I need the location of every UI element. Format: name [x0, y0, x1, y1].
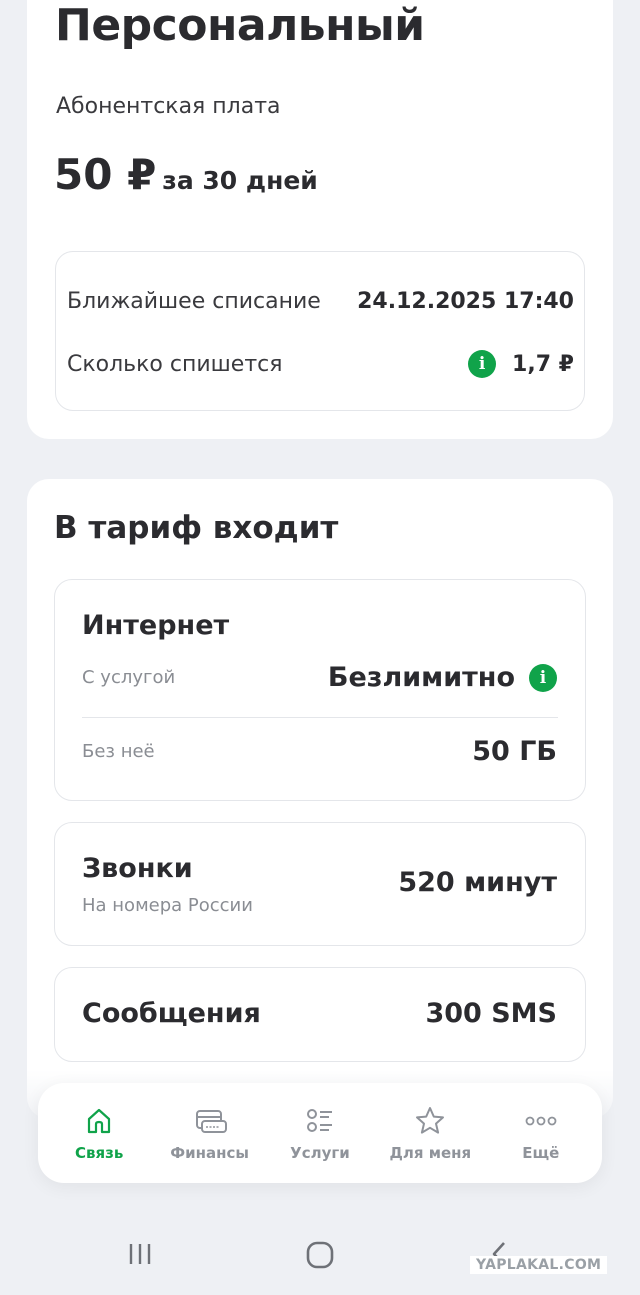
charge-amount-row: Сколько спишется i 1,7 ₽ — [67, 346, 574, 382]
home-icon — [88, 1108, 111, 1134]
sms-value: 300 SMS — [425, 998, 557, 1029]
more-icon — [525, 1116, 557, 1126]
charge-info-box: Ближайшее списание 24.12.2025 17:40 Скол… — [55, 251, 585, 411]
sms-card[interactable]: Сообщения 300 SMS — [54, 967, 586, 1062]
list-icon — [306, 1109, 332, 1132]
nav-label: Услуги — [290, 1144, 350, 1162]
card-icon — [195, 1110, 227, 1133]
section-title: В тариф входит — [54, 510, 339, 546]
home-button[interactable] — [304, 1239, 336, 1271]
next-charge-label: Ближайшее списание — [67, 288, 321, 314]
calls-value: 520 минут — [398, 867, 557, 898]
recent-apps-button[interactable] — [126, 1240, 156, 1268]
fee-period: за 30 дней — [162, 166, 318, 195]
with-service-label: С услугой — [82, 667, 176, 688]
nav-label: Финансы — [170, 1144, 249, 1162]
fee-amount: 50 ₽ — [54, 150, 157, 199]
tariff-card: Персональный Абонентская плата 50 ₽ за 30… — [27, 0, 613, 439]
without-service-value: 50 ГБ — [472, 736, 557, 767]
calls-subtitle: На номера России — [82, 895, 253, 916]
internet-without-service-row: Без неё 50 ГБ — [82, 736, 557, 767]
charge-amount-label: Сколько спишется — [67, 351, 283, 377]
nav-item-finance[interactable]: Финансы — [158, 1093, 262, 1173]
charge-amount: i 1,7 ₽ — [468, 350, 574, 378]
subscription-fee: 50 ₽ за 30 дней — [54, 150, 318, 199]
tariff-name: Персональный — [55, 0, 425, 51]
internet-with-service-row: С услугой Безлимитно i — [82, 662, 557, 693]
next-charge-row: Ближайшее списание 24.12.2025 17:40 — [67, 283, 574, 319]
internet-title: Интернет — [82, 610, 230, 641]
nav-item-connection[interactable]: Связь — [47, 1093, 151, 1173]
nav-item-services[interactable]: Услуги — [268, 1093, 372, 1173]
nav-label: Связь — [75, 1144, 124, 1162]
calls-title: Звонки — [82, 853, 193, 884]
charge-amount-value: 1,7 ₽ — [512, 351, 574, 377]
star-icon — [416, 1107, 445, 1134]
internet-card[interactable]: Интернет С услугой Безлимитно i Без неё … — [54, 579, 586, 801]
bottom-nav: Связь Финансы Услуги Для меня Ещё — [38, 1083, 602, 1183]
next-charge-value: 24.12.2025 17:40 — [357, 288, 574, 314]
without-service-label: Без неё — [82, 741, 155, 762]
sms-title: Сообщения — [82, 998, 261, 1029]
nav-label: Для меня — [389, 1144, 472, 1162]
system-nav-bar — [0, 1200, 640, 1295]
subscription-fee-label: Абонентская плата — [56, 94, 281, 119]
with-service-value: Безлимитно — [327, 662, 515, 693]
nav-label: Ещё — [522, 1144, 560, 1162]
with-service-value-wrap: Безлимитно i — [328, 662, 557, 693]
tariff-includes-card: В тариф входит Интернет С услугой Безлим… — [27, 479, 613, 1119]
nav-item-for-me[interactable]: Для меня — [378, 1093, 482, 1173]
info-icon[interactable]: i — [468, 350, 497, 378]
watermark: YAPLAKAL.COM — [470, 1256, 608, 1274]
nav-item-more[interactable]: Ещё — [489, 1093, 593, 1173]
info-icon[interactable]: i — [529, 663, 557, 692]
divider — [82, 717, 558, 718]
calls-card[interactable]: Звонки На номера России 520 минут — [54, 822, 586, 946]
